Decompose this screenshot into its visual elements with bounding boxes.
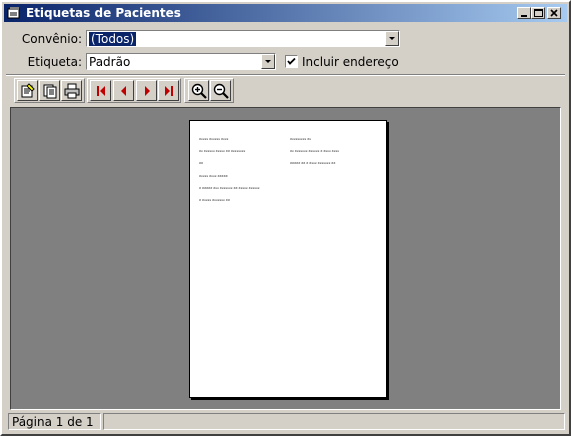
maximize-button[interactable]: [531, 7, 545, 19]
last-page-icon: [165, 86, 173, 96]
label-line: XX: [199, 161, 204, 165]
print-preview-area[interactable]: Xxxxx Xxxxxx Xxxx Xx Xxxxxx Xxxxx XX Xxx…: [10, 107, 561, 410]
previous-page-button[interactable]: [113, 80, 134, 101]
status-panel-empty: [103, 413, 565, 430]
maximize-icon: [534, 9, 543, 17]
close-icon: [550, 9, 558, 17]
label-line: XXXXX XX X Xxxx Xxxxxxx XX: [290, 161, 336, 165]
status-panel-page: Página 1 de 1: [8, 413, 101, 430]
zoom-out-button[interactable]: [210, 80, 231, 101]
minimize-icon: [521, 15, 527, 17]
label-line: Xx Xxxxxxx Xxxxxx X Xxxx Xxxx: [290, 149, 340, 153]
etiqueta-label: Etiqueta:: [27, 55, 82, 69]
label-line: Xxxxx Xxxxxx Xxxx: [199, 137, 229, 141]
checkmark-icon: [287, 57, 296, 65]
first-page-icon: [97, 86, 105, 96]
incluir-endereco-checkbox[interactable]: [285, 55, 298, 68]
app-icon: [7, 7, 20, 19]
window-title: Etiquetas de Pacientes: [26, 6, 181, 20]
page-setup-icon: [21, 83, 35, 98]
print-icon: [64, 83, 80, 99]
next-page-button[interactable]: [136, 80, 157, 101]
convenio-dropdown-button[interactable]: [385, 31, 399, 46]
close-button[interactable]: [547, 7, 561, 19]
incluir-endereco-label[interactable]: Incluir endereço: [302, 55, 399, 69]
convenio-value: (Todos): [87, 31, 138, 47]
zoom-in-button[interactable]: [188, 80, 209, 101]
etiqueta-value: Padrão: [89, 55, 131, 69]
page-setup-button[interactable]: [17, 80, 38, 101]
chevron-down-icon: [389, 37, 395, 40]
convenio-select[interactable]: (Todos): [86, 30, 400, 47]
label-line: Xx Xxxxxx Xxxxx XX Xxxxxxxx: [199, 149, 246, 153]
patient-label-2: Xxxxxxxxx Xx Xx Xxxxxxx Xxxxxx X Xxxx Xx…: [290, 129, 339, 173]
separator: [6, 74, 565, 76]
last-page-button[interactable]: [158, 80, 179, 101]
export-button[interactable]: [39, 80, 60, 101]
minimize-button[interactable]: [517, 7, 531, 19]
print-button[interactable]: [61, 80, 82, 101]
page-indicator: Página 1 de 1: [12, 415, 94, 429]
etiqueta-dropdown-button[interactable]: [261, 54, 275, 69]
label-line: X Xxxxx Xxxxxxx XX: [199, 198, 230, 202]
zoom-out-icon: [213, 83, 229, 99]
label-line: Xxxxxxxxx Xx: [290, 137, 312, 141]
zoom-in-icon: [191, 83, 207, 99]
chevron-down-icon: [265, 60, 271, 63]
export-icon: [43, 84, 57, 99]
label-line: Xxxxx Xxxx XXXXX: [199, 174, 228, 178]
preview-page: Xxxxx Xxxxxx Xxxx Xx Xxxxxx Xxxxx XX Xxx…: [189, 120, 387, 398]
title-bar[interactable]: Etiquetas de Pacientes: [4, 4, 567, 22]
etiqueta-select[interactable]: Padrão: [86, 53, 276, 70]
next-page-icon: [145, 86, 150, 96]
label-line: X XXXXX Xxx Xxxxxxx XX Xxxxx Xxxxxx: [199, 186, 260, 190]
window: Etiquetas de Pacientes Convênio: (Todos)…: [0, 0, 571, 436]
convenio-label: Convênio:: [21, 32, 82, 46]
patient-label-3: Xxxxx Xxxx XXXXX X XXXXX Xxx Xxxxxxx XX …: [199, 166, 260, 210]
first-page-button[interactable]: [90, 80, 111, 101]
prev-page-icon: [121, 86, 126, 96]
